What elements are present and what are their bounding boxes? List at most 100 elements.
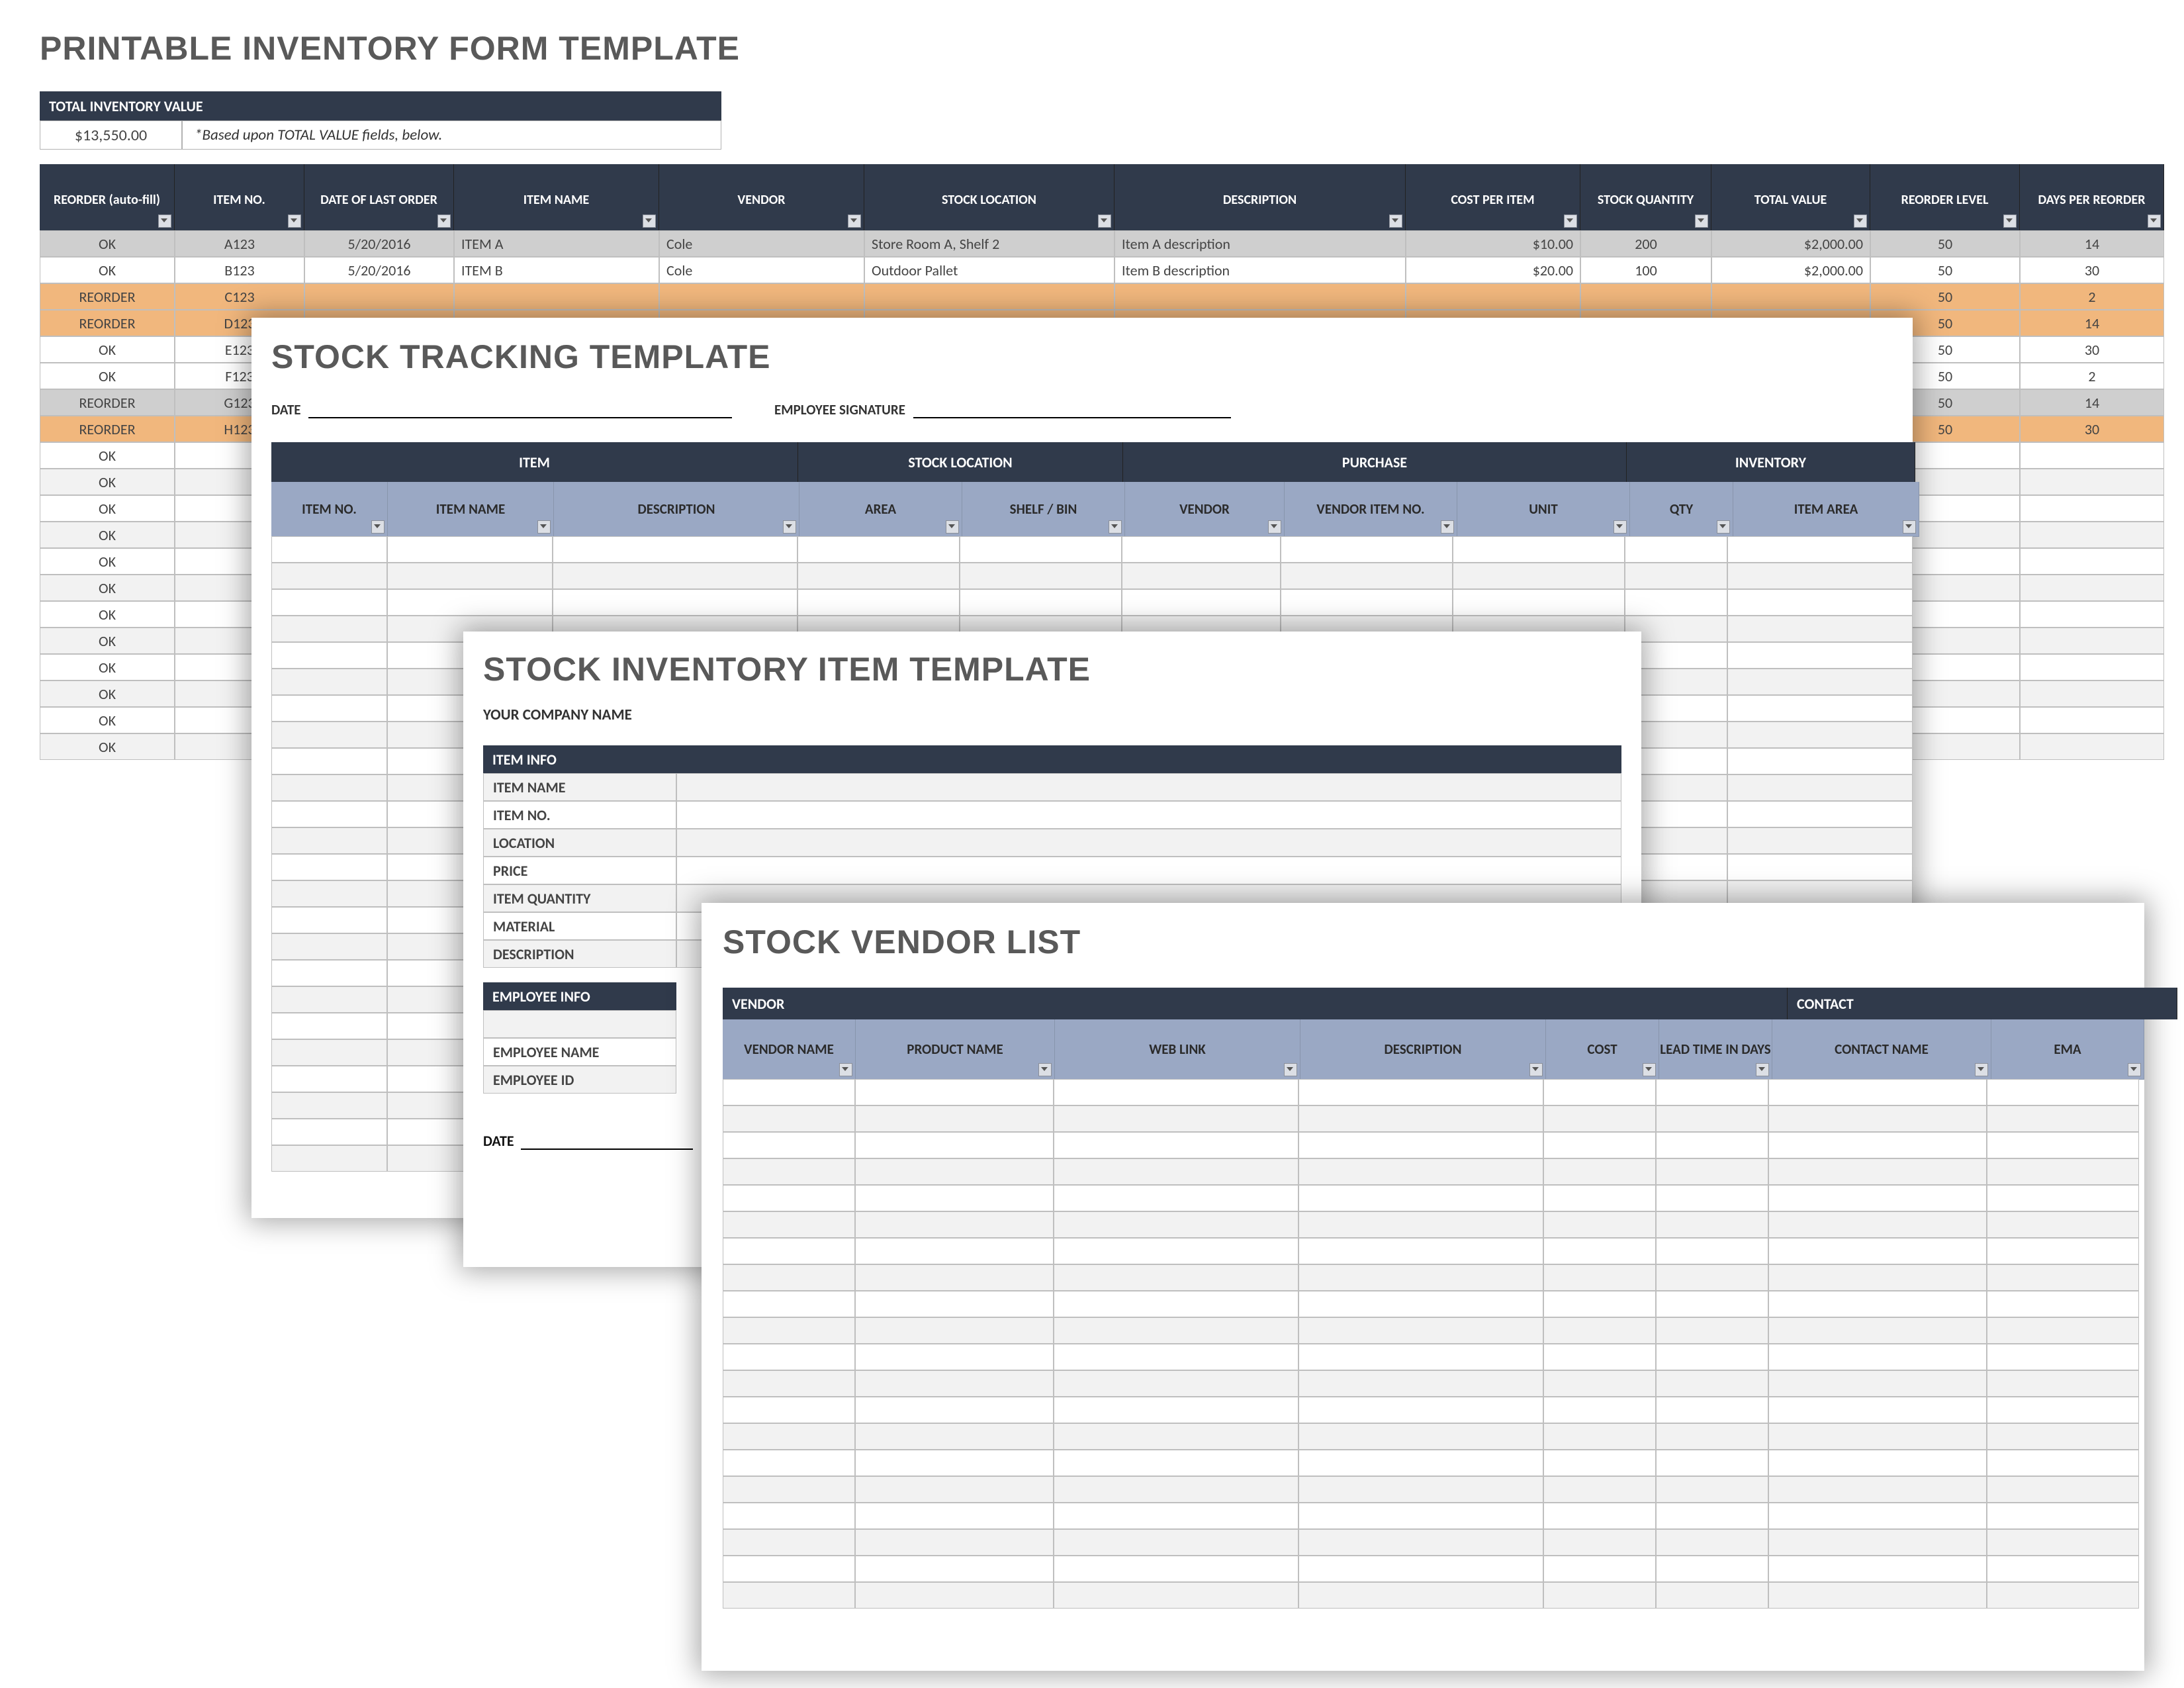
cell[interactable] — [1656, 1264, 1768, 1291]
filter-icon[interactable] — [1854, 214, 1867, 228]
cell[interactable]: OK — [40, 548, 175, 575]
cell[interactable]: OK — [40, 495, 175, 522]
sub-header[interactable]: UNIT — [1457, 482, 1630, 537]
cell[interactable] — [723, 1105, 855, 1132]
cell[interactable] — [1656, 1450, 1768, 1476]
cell[interactable] — [1298, 1370, 1543, 1397]
cell[interactable] — [723, 1264, 855, 1291]
cell[interactable] — [797, 589, 960, 616]
cell[interactable]: $2,000.00 — [1711, 257, 1870, 283]
cell[interactable] — [271, 960, 387, 986]
cell[interactable] — [1768, 1529, 1987, 1556]
col-header[interactable]: TOTAL VALUE — [1711, 164, 1870, 230]
cell[interactable] — [1656, 1291, 1768, 1317]
cell[interactable] — [723, 1079, 855, 1105]
sub-header[interactable]: EMA — [1991, 1019, 2144, 1080]
cell[interactable] — [723, 1423, 855, 1450]
cell[interactable] — [855, 1238, 1054, 1264]
cell[interactable] — [271, 827, 387, 854]
cell[interactable] — [1543, 1397, 1656, 1423]
cell[interactable] — [1054, 1291, 1298, 1317]
cell[interactable] — [1727, 774, 1913, 801]
col-header[interactable]: VENDOR — [659, 164, 864, 230]
cell[interactable]: 50 — [1870, 257, 2020, 283]
cell[interactable] — [1656, 1079, 1768, 1105]
cell[interactable]: 5/20/2016 — [304, 257, 454, 283]
cell[interactable] — [723, 1450, 855, 1476]
filter-icon[interactable] — [288, 214, 301, 228]
cell[interactable]: 14 — [2020, 389, 2164, 416]
cell[interactable] — [1543, 1238, 1656, 1264]
cell[interactable] — [1298, 1476, 1543, 1503]
cell[interactable] — [1656, 1317, 1768, 1344]
sub-header[interactable]: COST — [1546, 1019, 1659, 1080]
cell[interactable] — [1054, 1317, 1298, 1344]
sub-header[interactable]: VENDOR — [1125, 482, 1285, 537]
cell[interactable] — [1054, 1079, 1298, 1105]
cell[interactable] — [1281, 589, 1453, 616]
cell[interactable] — [960, 589, 1122, 616]
cell[interactable]: 50 — [1870, 230, 2020, 257]
cell[interactable]: OK — [40, 469, 175, 495]
cell[interactable] — [855, 1423, 1054, 1450]
cell[interactable]: $2,000.00 — [1711, 230, 1870, 257]
cell[interactable] — [1543, 1211, 1656, 1238]
cell[interactable] — [1987, 1264, 2139, 1291]
cell[interactable] — [2020, 469, 2164, 495]
cell[interactable] — [1768, 1317, 1987, 1344]
cell[interactable] — [855, 1397, 1054, 1423]
col-header[interactable]: REORDER LEVEL — [1870, 164, 2020, 230]
filter-icon[interactable] — [1441, 520, 1454, 534]
cell[interactable] — [304, 283, 454, 310]
cell[interactable]: REORDER — [40, 416, 175, 442]
cell[interactable] — [855, 1211, 1054, 1238]
cell[interactable]: OK — [40, 680, 175, 707]
cell[interactable] — [2020, 522, 2164, 548]
date-line[interactable] — [308, 417, 732, 418]
cell[interactable] — [1987, 1211, 2139, 1238]
cell[interactable] — [2020, 601, 2164, 628]
signature-line[interactable] — [913, 417, 1231, 418]
cell[interactable] — [1543, 1264, 1656, 1291]
cell[interactable] — [1453, 536, 1625, 563]
cell[interactable] — [1987, 1529, 2139, 1556]
cell[interactable] — [1298, 1291, 1543, 1317]
cell[interactable] — [855, 1291, 1054, 1317]
cell[interactable] — [1543, 1185, 1656, 1211]
cell[interactable] — [1298, 1158, 1543, 1185]
cell[interactable] — [1727, 589, 1913, 616]
filter-icon[interactable] — [371, 520, 385, 534]
cell[interactable] — [723, 1317, 855, 1344]
cell[interactable]: 5/20/2016 — [304, 230, 454, 257]
cell[interactable] — [723, 1238, 855, 1264]
col-header[interactable]: DAYS PER REORDER — [2020, 164, 2164, 230]
filter-icon[interactable] — [1975, 1063, 1988, 1076]
cell[interactable] — [1122, 589, 1281, 616]
cell[interactable] — [1298, 1238, 1543, 1264]
cell[interactable] — [1768, 1185, 1987, 1211]
filter-icon[interactable] — [1284, 1063, 1297, 1076]
cell[interactable] — [1768, 1158, 1987, 1185]
cell[interactable] — [2020, 628, 2164, 654]
cell[interactable] — [1987, 1132, 2139, 1158]
cell[interactable] — [1298, 1529, 1543, 1556]
cell[interactable]: 100 — [1580, 257, 1711, 283]
cell[interactable]: OK — [40, 522, 175, 548]
cell[interactable] — [1656, 1185, 1768, 1211]
sub-header[interactable]: CONTACT NAME — [1772, 1019, 1991, 1080]
cell[interactable]: Item A description — [1115, 230, 1406, 257]
cell[interactable] — [723, 1529, 855, 1556]
cell[interactable] — [1987, 1556, 2139, 1582]
cell[interactable] — [1768, 1582, 1987, 1609]
cell[interactable] — [1054, 1185, 1298, 1211]
sub-header[interactable]: AREA — [799, 482, 962, 537]
cell[interactable] — [1054, 1158, 1298, 1185]
cell[interactable]: OK — [40, 628, 175, 654]
cell[interactable]: OK — [40, 654, 175, 680]
cell[interactable] — [797, 536, 960, 563]
cell[interactable] — [1298, 1582, 1543, 1609]
col-header[interactable]: STOCK QUANTITY — [1580, 164, 1711, 230]
cell[interactable] — [553, 536, 797, 563]
cell[interactable] — [1727, 801, 1913, 827]
cell[interactable] — [1543, 1291, 1656, 1317]
